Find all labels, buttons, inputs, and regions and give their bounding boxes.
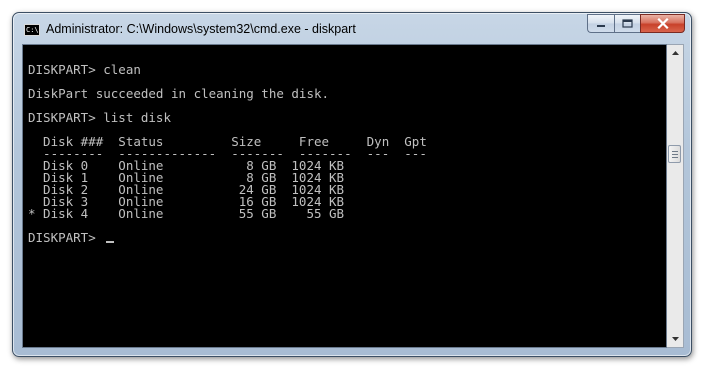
scroll-thumb[interactable] — [668, 145, 681, 163]
console-line: DiskPart succeeded in cleaning the disk. — [28, 86, 330, 101]
command-prompt[interactable]: DISKPART> — [28, 230, 115, 245]
console-line: DISKPART> list disk — [28, 110, 171, 125]
maximize-icon — [622, 19, 633, 28]
grip-line — [672, 154, 678, 155]
maximize-button[interactable] — [614, 14, 640, 33]
title-bar[interactable]: C:\ Administrator: C:\Windows\system32\c… — [13, 13, 691, 41]
minimize-icon — [597, 24, 605, 27]
table-row: * Disk 4 Online 55 GB 55 GB — [28, 206, 345, 221]
close-icon — [656, 18, 669, 29]
console-line: DISKPART> clean — [28, 62, 141, 77]
arrow-down-icon — [671, 337, 679, 341]
window-title: Administrator: C:\Windows\system32\cmd.e… — [46, 22, 356, 36]
cmd-icon[interactable]: C:\ — [24, 24, 40, 36]
minimize-button[interactable] — [587, 14, 614, 33]
console-output[interactable]: DISKPART> clean DiskPart succeeded in cl… — [22, 44, 667, 348]
cmd-window: C:\ Administrator: C:\Windows\system32\c… — [12, 12, 692, 357]
vertical-scrollbar[interactable] — [667, 44, 684, 348]
scroll-up-button[interactable] — [667, 45, 683, 61]
grip-line — [672, 157, 678, 158]
prompt-text: DISKPART> — [28, 230, 104, 245]
text-cursor — [106, 241, 115, 243]
arrow-up-icon — [671, 51, 679, 55]
window-controls — [587, 14, 685, 34]
close-button[interactable] — [640, 14, 685, 33]
grip-line — [672, 151, 678, 152]
scroll-down-button[interactable] — [667, 331, 683, 347]
